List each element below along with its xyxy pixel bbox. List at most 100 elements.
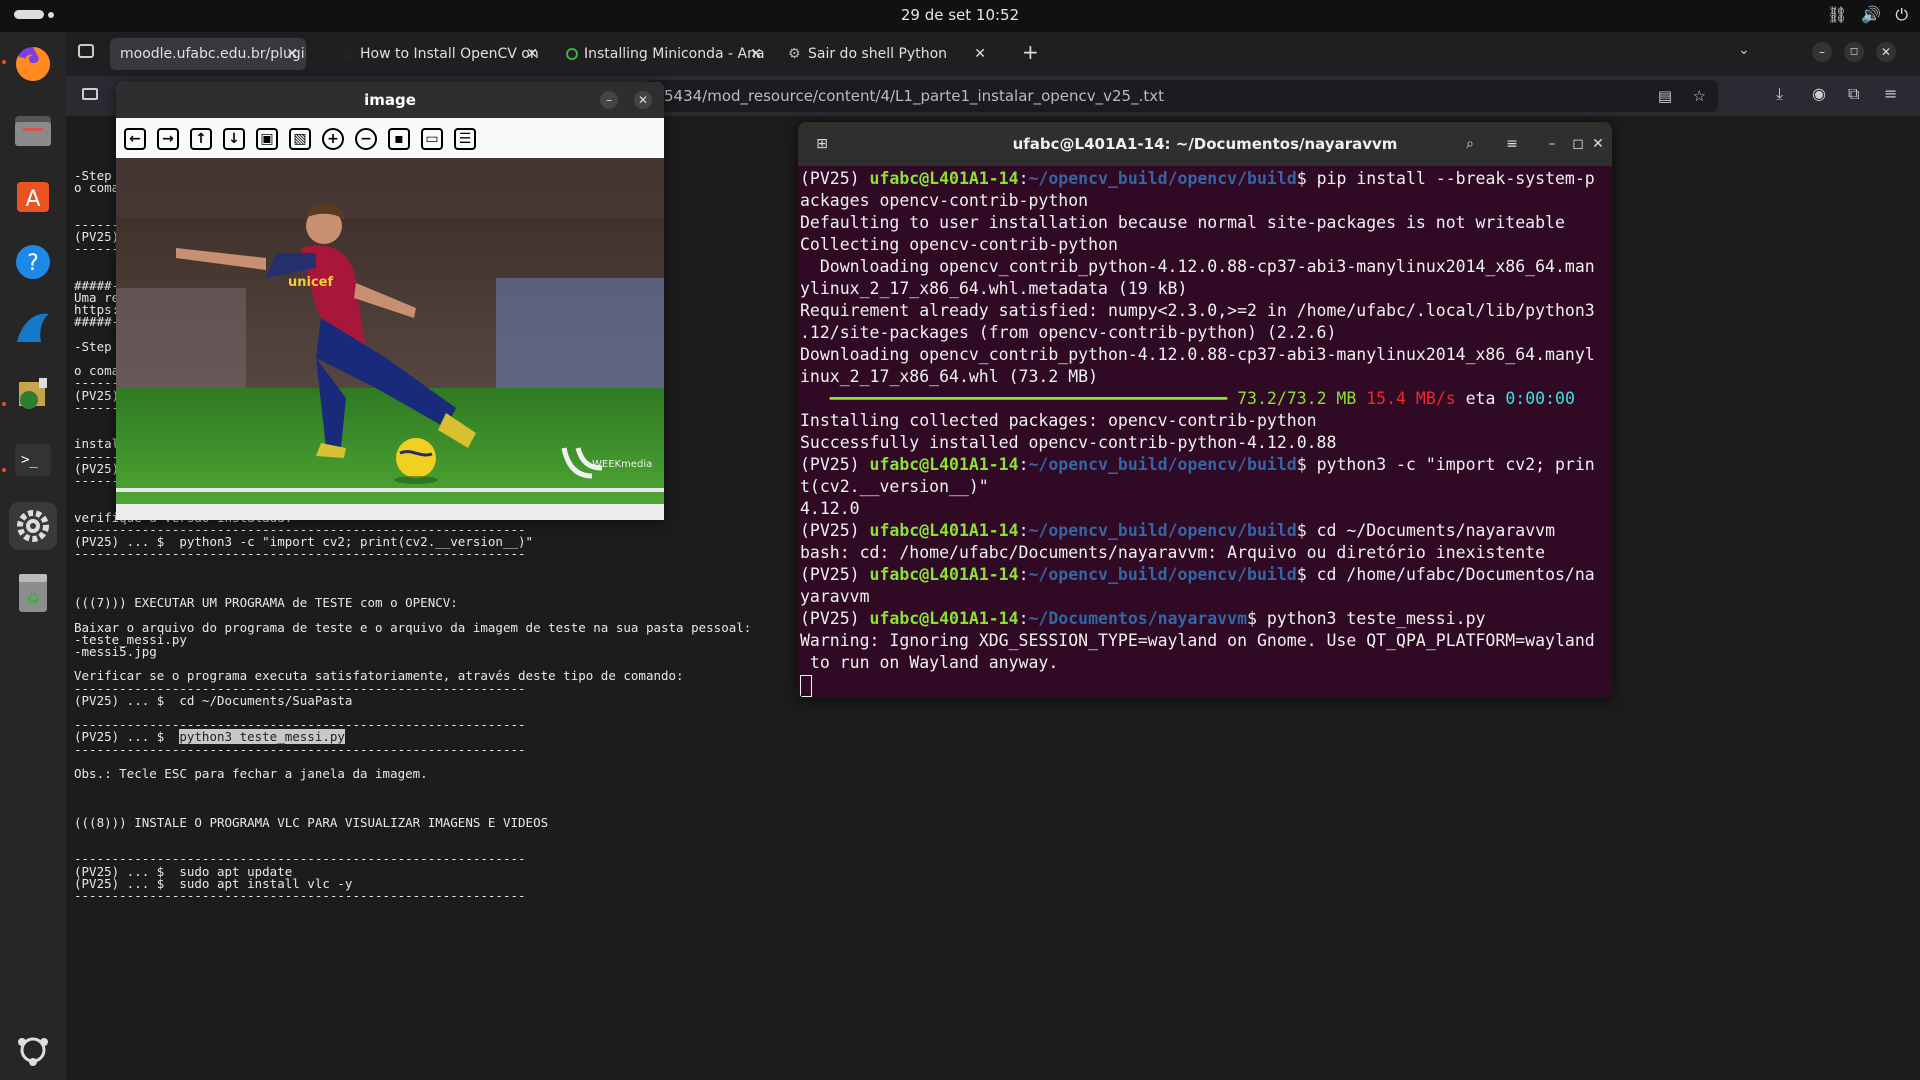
svg-text:A: A [25, 187, 40, 212]
running-indicator [2, 402, 6, 406]
terminal-icon[interactable]: >_ [9, 436, 57, 484]
terminal-line: Installing collected packages: opencv-co… [800, 411, 1317, 430]
image-toolbar: ← → ↑ ↓ ▣ ▧ + − ▪ ▭ ☰ [116, 118, 664, 158]
terminal-window: ufabc@L401A1-14: ~/Documentos/nayaravvm … [798, 122, 1612, 698]
settings-gear-icon: ⚙ [788, 46, 801, 62]
running-indicator [2, 60, 6, 64]
copy-icon[interactable]: ▭ [421, 128, 443, 150]
reader-view-icon[interactable]: ▤ [1658, 80, 1672, 112]
tab-moodle[interactable]: moodle.ufabc.edu.br/plugin ✕ [110, 38, 306, 70]
tab-list-chevron-icon[interactable]: ⌄ [1738, 42, 1750, 58]
terminal-line: 4.12.0 [800, 499, 860, 518]
terminal-title: ufabc@L401A1-14: ~/Documentos/nayaravvm [798, 122, 1612, 166]
terminal-line: (PV25) ufabc@L401A1-14:~/opencv_build/op… [800, 565, 1595, 584]
terminal-line: Successfully installed opencv-contrib-py… [800, 433, 1337, 452]
terminal-line: Warning: Ignoring XDG_SESSION_TYPE=wayla… [800, 631, 1595, 650]
terminal-line: Downloading opencv_contrib_python-4.12.0… [800, 257, 1595, 276]
sidebar-toggle-icon[interactable] [82, 88, 98, 100]
new-tab-button[interactable]: + [1022, 40, 1039, 64]
terminal-line: (PV25) ufabc@L401A1-14:~/Documentos/naya… [800, 609, 1486, 628]
zoom-in-icon[interactable]: + [322, 128, 344, 150]
wireshark-icon[interactable] [9, 304, 57, 352]
terminal-line: Downloading opencv_contrib_python-4.12.0… [800, 345, 1595, 364]
tab-opencv[interactable]: How to Install OpenCV on ✕ [334, 38, 546, 70]
power-icon[interactable]: ⏻ [1895, 5, 1908, 25]
terminal-line: inux_2_17_x86_64.whl (73.2 MB) [800, 367, 1099, 386]
arrow-left-icon[interactable]: ← [124, 128, 146, 150]
firefox-icon[interactable] [9, 40, 57, 88]
image-window-title: image [116, 82, 664, 118]
terminal-line: Requirement already satisfied: numpy<2.3… [800, 301, 1595, 320]
settings-icon[interactable] [9, 502, 57, 550]
menu-icon[interactable]: ≡ [1884, 84, 1897, 103]
terminal-cursor [800, 674, 812, 697]
terminal-line: to run on Wayland anyway. [800, 653, 1059, 672]
shirt-text: unicef [288, 275, 333, 290]
trash-icon[interactable]: ♻ [9, 568, 57, 616]
terminal-cursor-line [798, 674, 1612, 697]
properties-icon[interactable]: ☰ [454, 128, 476, 150]
arrow-up-icon[interactable]: ↑ [190, 128, 212, 150]
maximize-button[interactable]: ◻ [1844, 42, 1864, 62]
clock[interactable]: 29 de set 10:52 [0, 6, 1920, 24]
save-icon[interactable]: ▪ [388, 128, 410, 150]
test-photo: unicef WEEKmedia [116, 158, 664, 504]
close-button[interactable]: ✕ [634, 91, 652, 109]
terminal-output[interactable]: (PV25) ufabc@L401A1-14:~/opencv_build/op… [798, 168, 1612, 698]
show-apps-icon[interactable] [9, 1026, 57, 1074]
tab-sair-shell[interactable]: ⚙ Sair do shell Python ✕ [782, 38, 994, 70]
extensions-icon[interactable]: ⧉ [1848, 84, 1859, 104]
terminal-line: ylinux_2_17_x86_64.whl.metadata (19 kB) [800, 279, 1188, 298]
terminal-line: ackages opencv-contrib-python [800, 191, 1089, 210]
files-icon[interactable] [9, 106, 57, 154]
terminal-line: .12/site-packages (from opencv-contrib-p… [800, 323, 1337, 342]
minimize-button[interactable]: – [600, 91, 618, 109]
close-tab-icon[interactable]: ✕ [974, 38, 986, 70]
image-icon[interactable]: ▣ [256, 128, 278, 150]
svg-text:♻: ♻ [26, 589, 40, 608]
svg-text:>_: >_ [21, 452, 38, 468]
url-bar[interactable]: 5434/mod_resource/content/4/L1_parte1_in… [646, 80, 1718, 112]
network-icon[interactable]: ⛓ [1827, 5, 1847, 25]
loading-spinner-icon [566, 48, 578, 60]
help-icon[interactable]: ? [9, 238, 57, 286]
terminal-line: yaravvm [800, 587, 870, 606]
new-tab-icon[interactable]: ⊞ [808, 130, 836, 158]
github-icon [342, 48, 354, 60]
close-tab-icon[interactable]: ✕ [750, 38, 762, 70]
network-tool-icon[interactable] [9, 370, 57, 418]
bookmark-star-icon[interactable]: ☆ [1693, 80, 1706, 112]
terminal-line: t(cv2.__version__)" [800, 477, 989, 496]
arrow-right-icon[interactable]: → [157, 128, 179, 150]
svg-text:?: ? [27, 251, 39, 276]
terminal-line: Defaulting to user installation because … [800, 213, 1565, 232]
terminal-line: Collecting opencv-contrib-python [800, 235, 1118, 254]
volume-icon[interactable]: 🔊 [1861, 5, 1881, 25]
terminal-line: (PV25) ufabc@L401A1-14:~/opencv_build/op… [800, 169, 1595, 188]
search-icon[interactable]: ⌕ [1456, 130, 1484, 158]
dock: A ? >_ ♻ [0, 32, 66, 1080]
terminal-line: (PV25) ufabc@L401A1-14:~/opencv_build/op… [800, 521, 1555, 540]
tab-miniconda[interactable]: Installing Miniconda - Ana ✕ [558, 38, 770, 70]
downloads-icon[interactable]: ⤓ [1776, 84, 1783, 104]
tab-overview-icon[interactable] [78, 44, 94, 58]
progress-bar: ━━━━━━━━━━━━━━━━━━━━━━━━━━━━━━━━━━━━━━━━ [800, 389, 1228, 408]
top-bar: 29 de set 10:52 ⛓ 🔊 ⏻ [0, 0, 1920, 32]
terminal-line: (PV25) ufabc@L401A1-14:~/opencv_build/op… [800, 455, 1595, 474]
arrow-down-icon[interactable]: ↓ [223, 128, 245, 150]
account-icon[interactable]: ◉ [1812, 84, 1826, 103]
close-tab-icon[interactable]: ✕ [286, 38, 298, 70]
image-settings-icon[interactable]: ▧ [289, 128, 311, 150]
close-tab-icon[interactable]: ✕ [526, 38, 538, 70]
minimize-button[interactable]: – [1538, 130, 1566, 158]
close-window-button[interactable]: ✕ [1876, 42, 1896, 62]
zoom-out-icon[interactable]: − [355, 128, 377, 150]
app-center-icon[interactable]: A [9, 172, 57, 220]
minimize-button[interactable]: – [1812, 42, 1832, 62]
close-button[interactable]: ✕ [1584, 130, 1612, 158]
system-tray[interactable]: ⛓ 🔊 ⏻ [1827, 5, 1908, 25]
progress-line: ━━━━━━━━━━━━━━━━━━━━━━━━━━━━━━━━━━━━━━━━… [800, 389, 1575, 408]
hamburger-menu-icon[interactable]: ≡ [1498, 130, 1526, 158]
running-indicator [2, 468, 6, 472]
terminal-line: bash: cd: /home/ufabc/Documents/nayaravv… [800, 543, 1546, 562]
